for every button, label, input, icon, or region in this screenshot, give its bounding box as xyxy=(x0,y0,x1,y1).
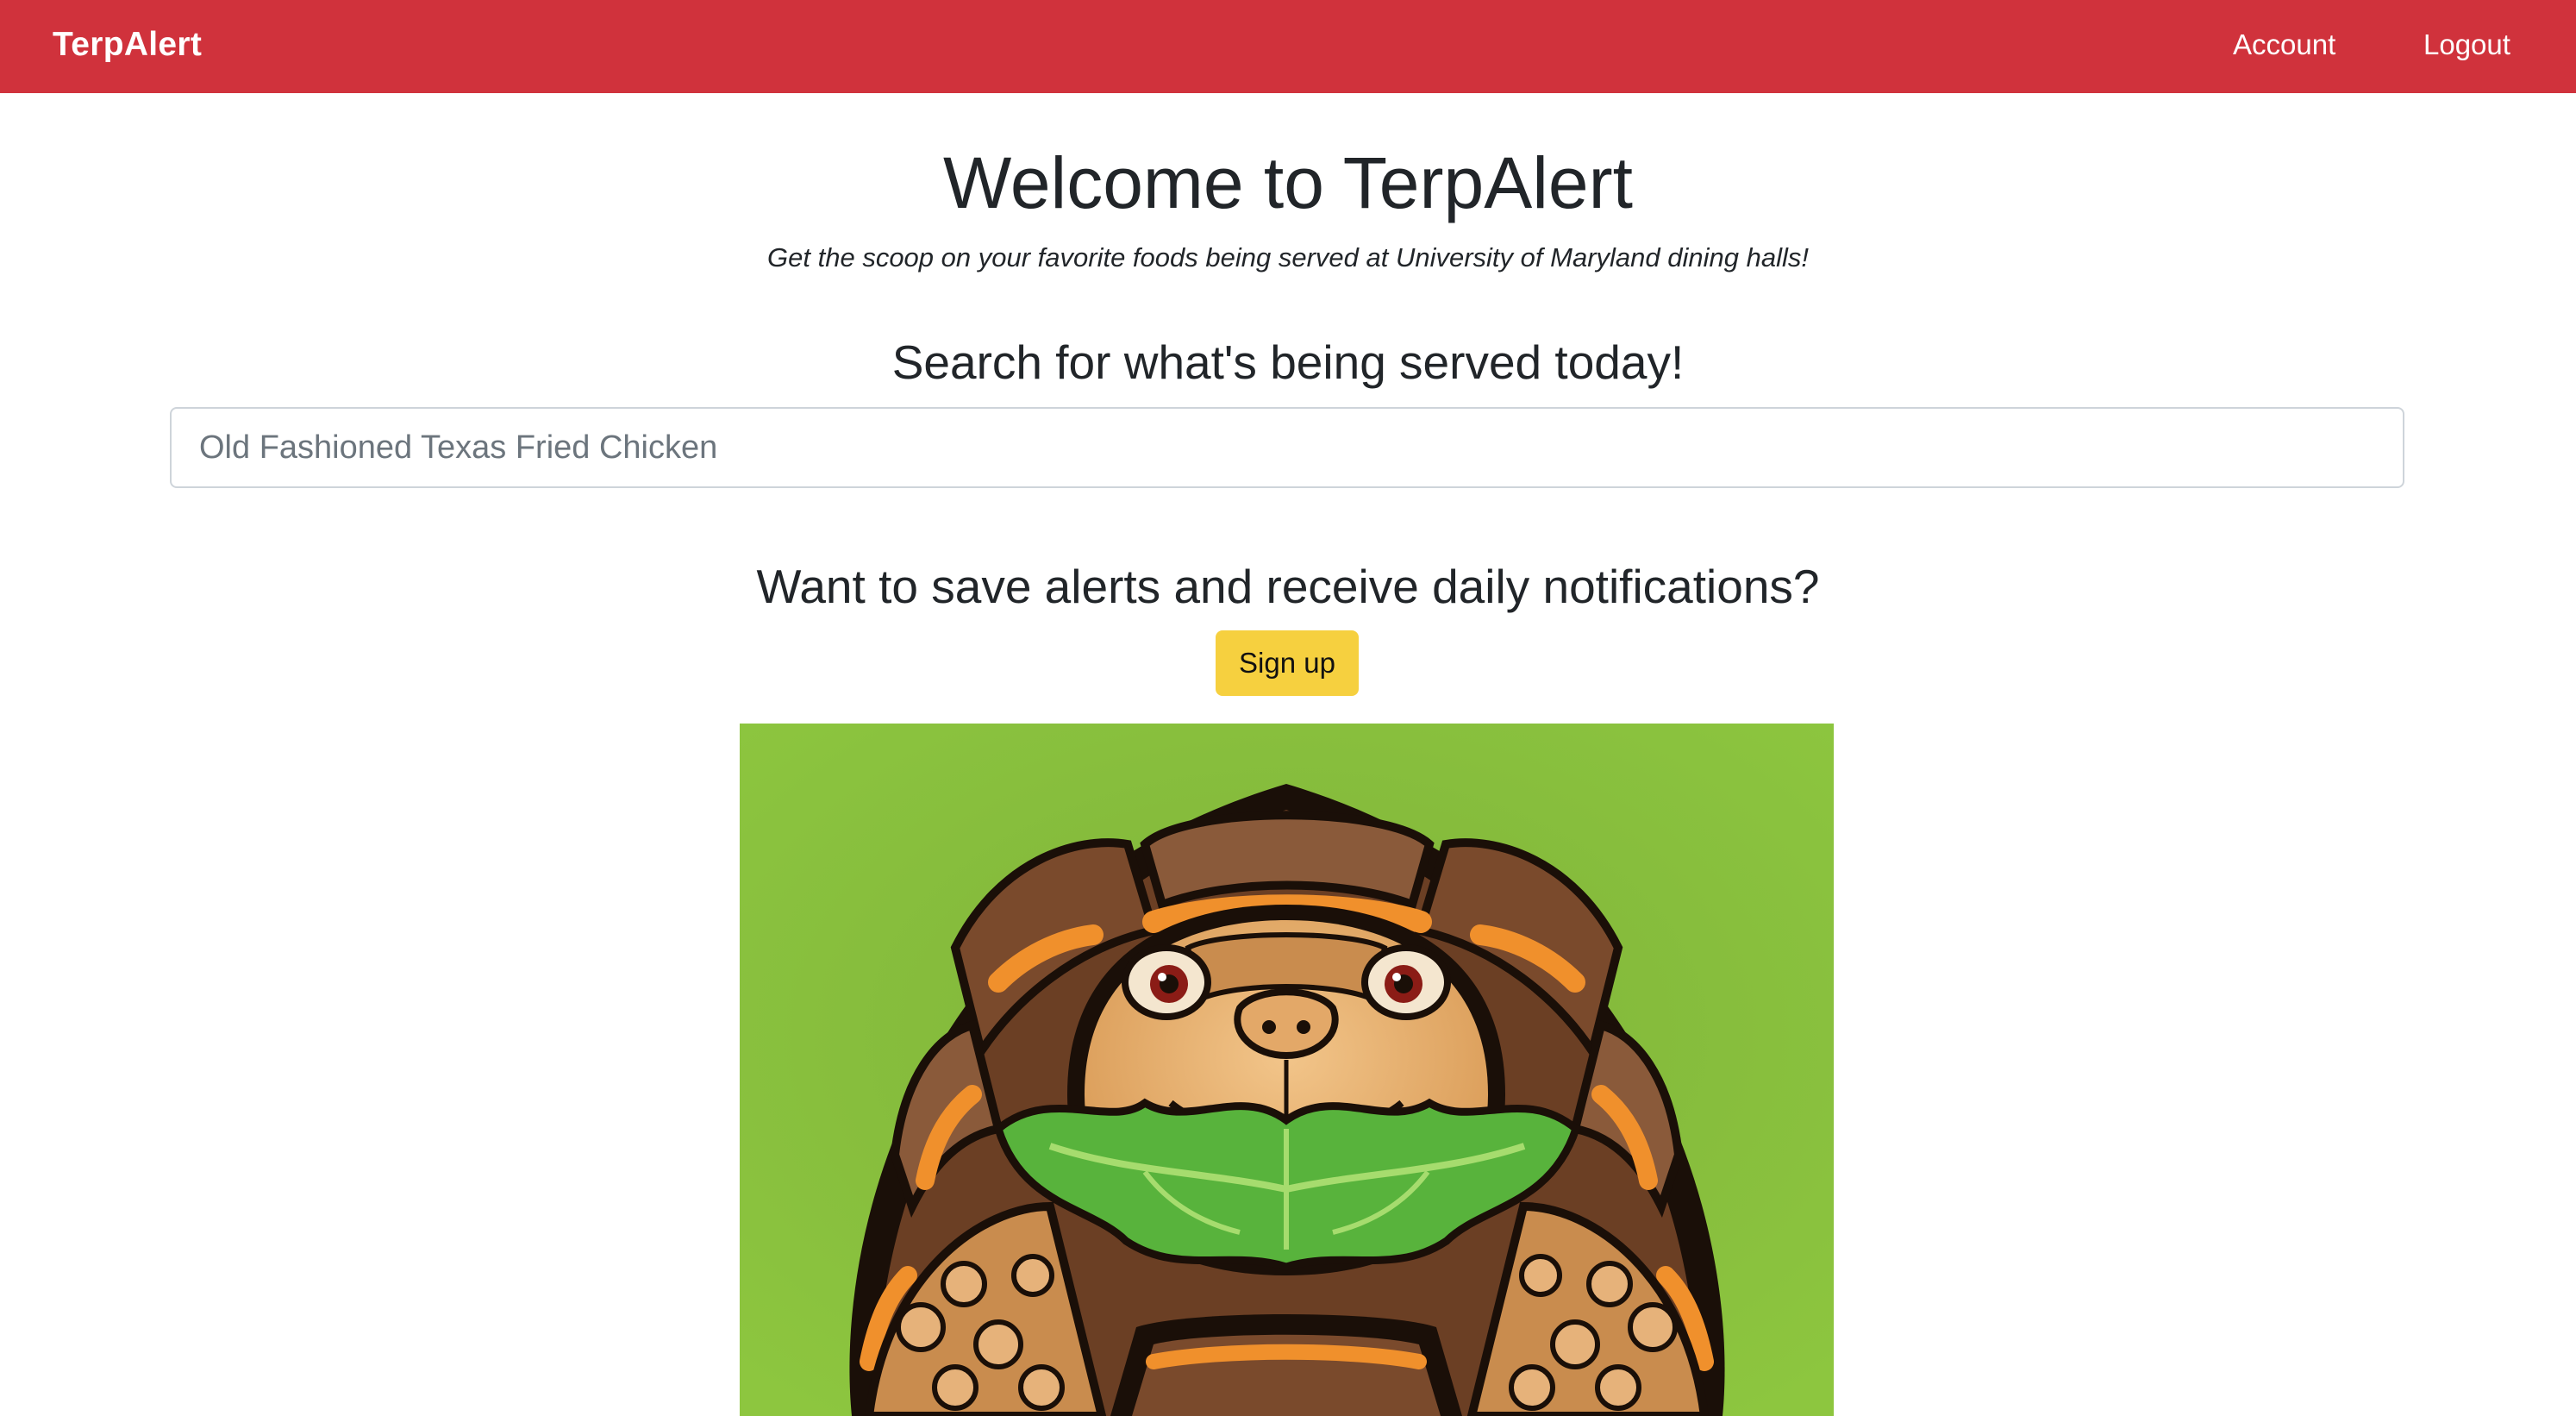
terrapin-mascot-image xyxy=(740,724,1834,1416)
page-subtitle: Get the scoop on your favorite foods bei… xyxy=(767,242,1809,273)
signup-button[interactable]: Sign up xyxy=(1216,630,1359,696)
brand-logo-text[interactable]: TerpAlert xyxy=(53,21,202,69)
logout-link[interactable]: Logout xyxy=(2423,22,2510,67)
account-link[interactable]: Account xyxy=(2233,22,2335,67)
search-input[interactable] xyxy=(170,407,2404,488)
page-title: Welcome to TerpAlert xyxy=(943,142,1633,223)
signup-heading: Want to save alerts and receive daily no… xyxy=(756,560,1820,613)
search-heading: Search for what's being served today! xyxy=(891,335,1685,389)
top-navbar: TerpAlert Account Logout xyxy=(0,0,2576,93)
